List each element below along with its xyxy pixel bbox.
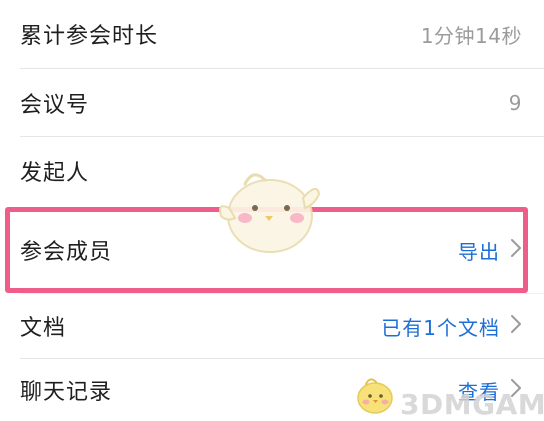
- chevron-right-icon: [510, 314, 522, 338]
- participants-label: 参会成员: [20, 240, 113, 265]
- documents-label: 文档: [20, 316, 67, 341]
- meeting-details-screen: 累计参会时长 1分钟14秒 会议号 9 发起人 参会成员 导出 文档 已有1个文…: [0, 0, 544, 421]
- export-button[interactable]: 导出: [458, 236, 500, 265]
- meeting-id-label: 会议号: [20, 92, 90, 118]
- duration-row: 累计参会时长 1分钟14秒: [0, 0, 544, 68]
- duration-label: 累计参会时长: [20, 24, 159, 49]
- watermark-text: 3DMGAME: [400, 388, 544, 421]
- documents-row[interactable]: 文档 已有1个文档: [0, 294, 544, 358]
- meeting-id-row: 会议号 9: [0, 69, 544, 136]
- duration-value: 1分钟14秒: [420, 23, 522, 48]
- documents-link[interactable]: 已有1个文档: [381, 312, 500, 341]
- participants-row[interactable]: 参会成员 导出: [0, 214, 544, 286]
- host-row: 发起人: [0, 137, 544, 205]
- meeting-id-value: 9: [508, 90, 522, 115]
- chat-history-label: 聊天记录: [20, 380, 113, 405]
- host-label: 发起人: [20, 161, 90, 186]
- chevron-right-icon: [510, 238, 522, 262]
